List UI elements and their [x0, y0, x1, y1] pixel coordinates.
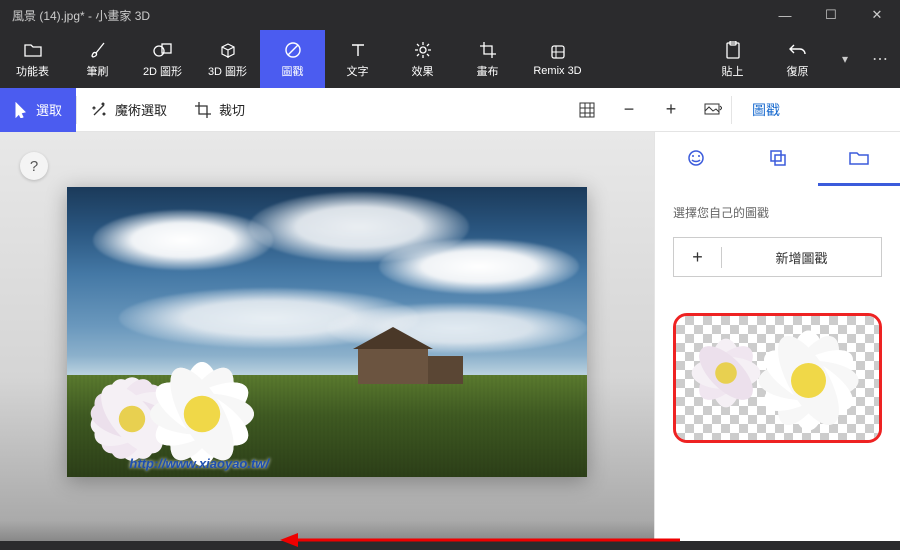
tool-label: 裁切: [219, 100, 245, 119]
tool-label: 選取: [36, 100, 62, 119]
ribbon-label: 貼上: [722, 63, 744, 79]
3d-shapes-button[interactable]: 3D 圖形: [195, 30, 260, 88]
tool-label: 魔術選取: [115, 100, 167, 119]
brush-icon: [89, 40, 107, 60]
ribbon-label: 圖戳: [282, 63, 304, 79]
ribbon-label: 復原: [787, 63, 809, 79]
cube-icon: [219, 40, 237, 60]
watermark: http://www.xiaoyao.tw/: [129, 456, 269, 471]
canvas-button[interactable]: 畫布: [455, 30, 520, 88]
paste-button[interactable]: 貼上: [700, 30, 765, 88]
ribbon-label: Remix 3D: [533, 65, 581, 77]
titlebar: 風景 (14).jpg* - 小畫家 3D — ☐ ✕: [0, 0, 900, 30]
maximize-button[interactable]: ☐: [808, 0, 854, 30]
sidebar-label: 選擇您自己的圖戳: [673, 204, 882, 221]
remix3d-button[interactable]: Remix 3D: [520, 30, 595, 88]
undo-icon: [789, 40, 807, 60]
house-graphic: [358, 329, 458, 384]
add-sticker-label: 新增圖戳: [722, 248, 881, 267]
canvas-area[interactable]: ? http://www.xiaoyao.tw/: [0, 132, 654, 541]
menu-button[interactable]: 功能表: [0, 30, 65, 88]
crop-icon: [479, 40, 497, 60]
remix-icon: [549, 42, 567, 62]
crop-tool[interactable]: 裁切: [181, 88, 259, 132]
minimize-button[interactable]: —: [762, 0, 808, 30]
content: ? http://www.xiaoyao.tw/: [0, 132, 900, 541]
sun-icon: [414, 40, 432, 60]
crop-tool-icon: [195, 102, 211, 118]
ribbon-label: 2D 圖形: [143, 63, 182, 79]
sidebar: 選擇您自己的圖戳 + 新增圖戳: [654, 132, 900, 541]
brush-button[interactable]: 筆刷: [65, 30, 130, 88]
sticker-icon: [284, 40, 302, 60]
panel-title: 圖戳: [752, 100, 780, 120]
add-sticker-button[interactable]: + 新增圖戳: [673, 237, 882, 277]
sidebar-tabs: [655, 132, 900, 186]
magic-select-tool[interactable]: 魔術選取: [77, 88, 181, 132]
view-toggle[interactable]: [695, 92, 731, 128]
ribbon-label: 功能表: [16, 63, 49, 79]
secondary-toolbar: 選取 魔術選取 裁切 − + 圖戳: [0, 88, 900, 132]
ribbon-label: 畫布: [477, 63, 499, 79]
help-button[interactable]: ?: [20, 152, 48, 180]
canvas-image[interactable]: http://www.xiaoyao.tw/: [67, 187, 587, 477]
tab-textures[interactable]: [737, 132, 819, 186]
close-button[interactable]: ✕: [854, 0, 900, 30]
ribbon: 功能表 筆刷 2D 圖形 3D 圖形 圖戳 文字 效果 畫布 Remix 3D …: [0, 30, 900, 88]
zoom-in-button[interactable]: +: [653, 92, 689, 128]
2d-shapes-button[interactable]: 2D 圖形: [130, 30, 195, 88]
flower-sticker-placed[interactable]: [77, 344, 277, 494]
paste-icon: [725, 40, 741, 60]
grid-toggle[interactable]: [569, 92, 605, 128]
cursor-icon: [14, 102, 28, 118]
folder-icon: [24, 40, 42, 60]
select-tool[interactable]: 選取: [0, 88, 76, 132]
tab-custom[interactable]: [818, 132, 900, 186]
ribbon-label: 效果: [412, 63, 434, 79]
sticker-preview[interactable]: [673, 313, 882, 443]
more-icon[interactable]: ⋯: [860, 49, 900, 69]
zoom-out-button[interactable]: −: [611, 92, 647, 128]
plus-icon: +: [674, 247, 722, 268]
undo-button[interactable]: 復原: [765, 30, 830, 88]
ribbon-label: 文字: [347, 63, 369, 79]
stickers-button[interactable]: 圖戳: [260, 30, 325, 88]
chevron-down-icon[interactable]: ▾: [830, 52, 860, 66]
window-title: 風景 (14).jpg* - 小畫家 3D: [12, 7, 762, 24]
text-button[interactable]: 文字: [325, 30, 390, 88]
effects-button[interactable]: 效果: [390, 30, 455, 88]
tab-stickers[interactable]: [655, 132, 737, 186]
shape2d-icon: [153, 40, 173, 60]
annotation-arrow: [280, 530, 680, 550]
text-icon: [350, 40, 366, 60]
wand-icon: [91, 102, 107, 118]
ribbon-label: 3D 圖形: [208, 63, 247, 79]
ribbon-label: 筆刷: [87, 63, 109, 79]
